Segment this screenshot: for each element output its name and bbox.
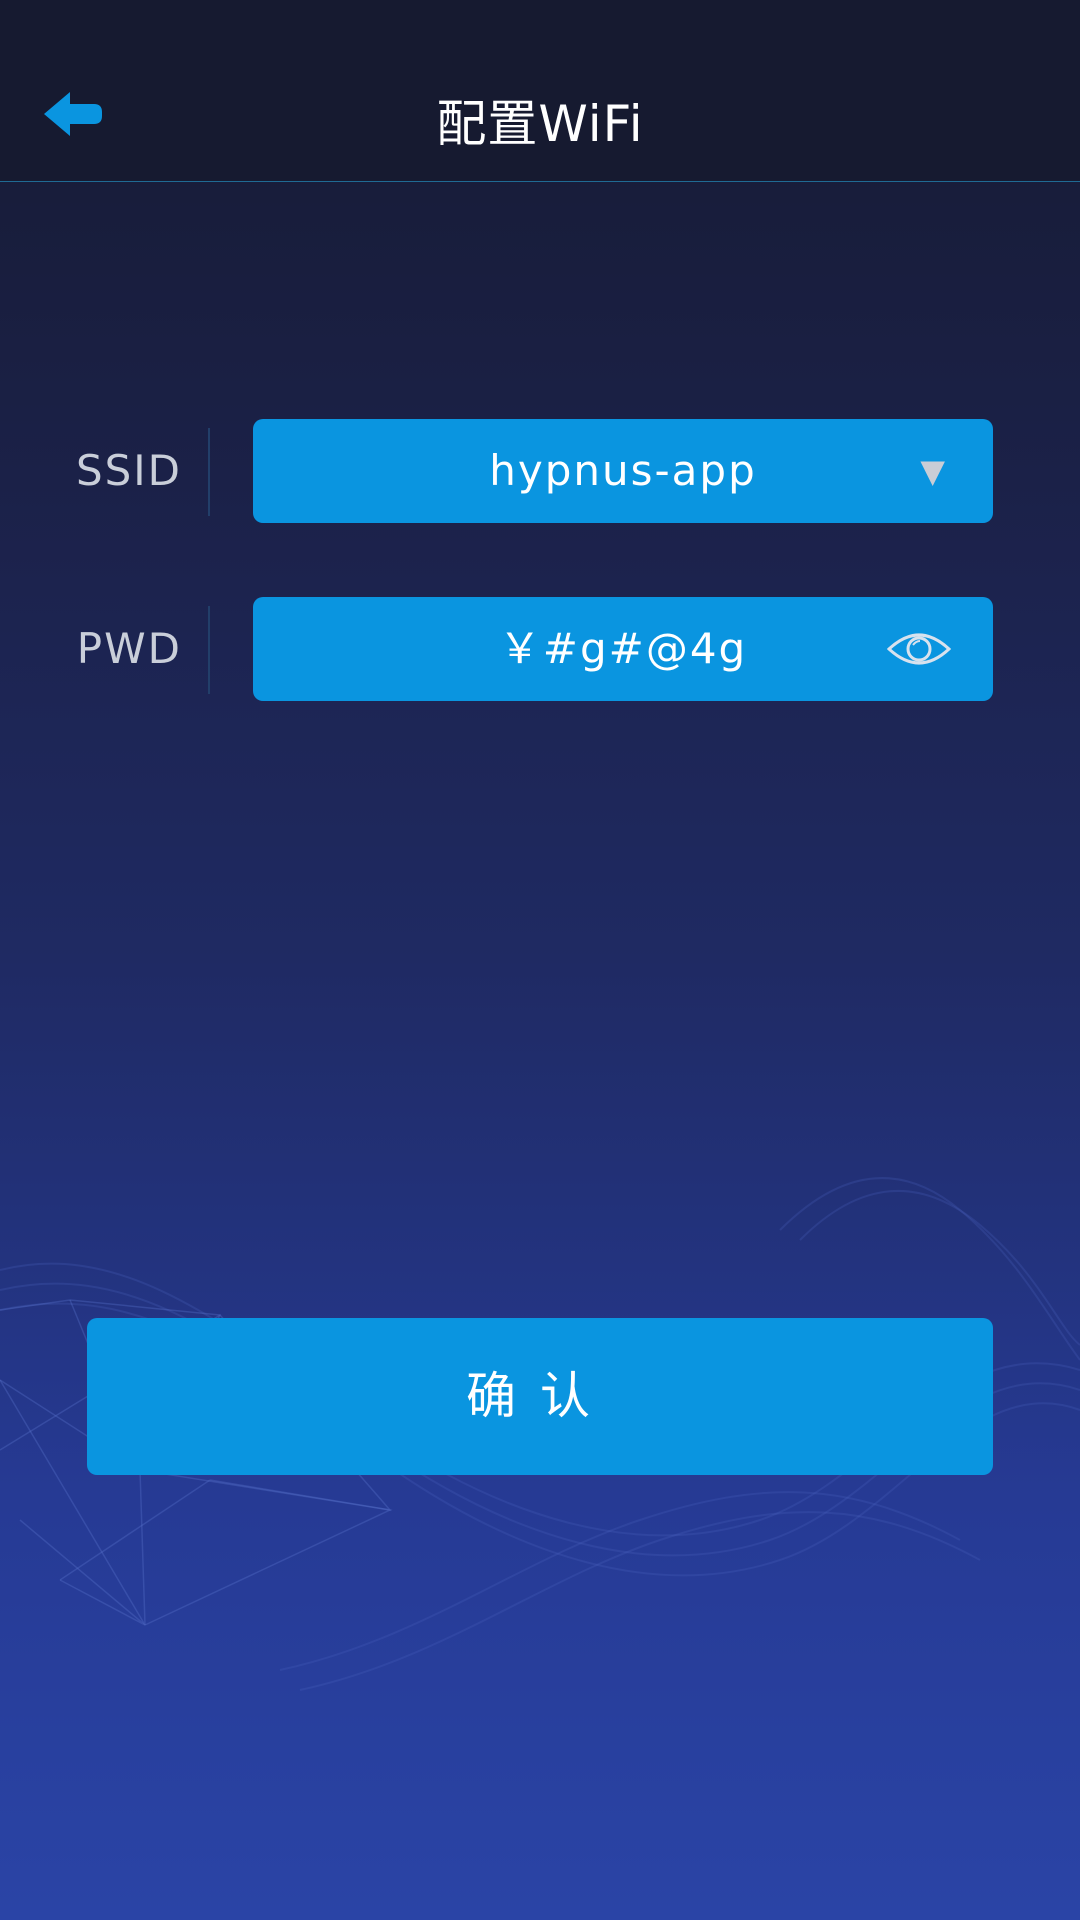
ssid-value: hypnus-app bbox=[489, 446, 757, 495]
ssid-label: SSID bbox=[75, 446, 182, 495]
confirm-button[interactable]: 确认 bbox=[87, 1318, 993, 1475]
background-wave-art bbox=[0, 1177, 1080, 1691]
password-field[interactable]: ￥#g#@4g bbox=[253, 597, 993, 701]
pwd-label: PWD bbox=[76, 624, 182, 673]
triangle-down-icon[interactable]: ▼ bbox=[920, 419, 947, 523]
ssid-divider bbox=[208, 428, 210, 516]
pwd-divider bbox=[208, 606, 210, 694]
top-bar: 配置WiFi bbox=[0, 0, 1080, 182]
password-value: ￥#g#@4g bbox=[498, 624, 748, 673]
eye-icon[interactable] bbox=[886, 627, 952, 671]
ssid-select[interactable]: hypnus-app ▼ bbox=[253, 419, 993, 523]
page-title: 配置WiFi bbox=[436, 95, 644, 153]
